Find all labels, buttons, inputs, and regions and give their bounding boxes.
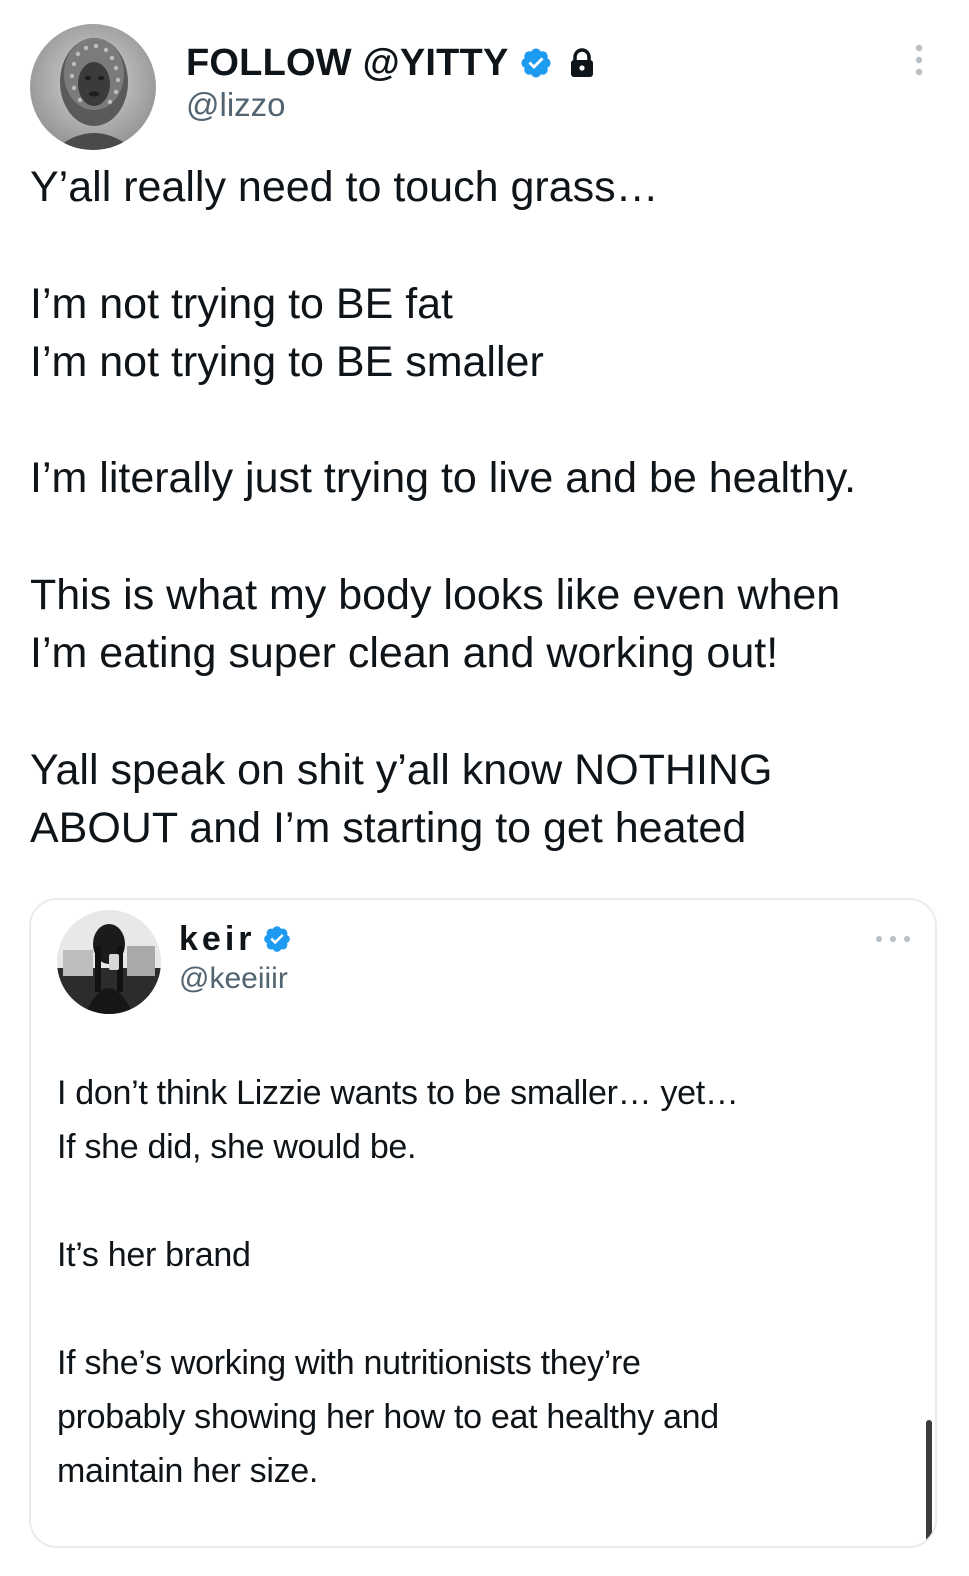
verified-badge-icon [519, 46, 553, 80]
quoted-author-handle[interactable]: @keeiiir [179, 962, 288, 996]
more-vertical-icon[interactable] [904, 42, 934, 78]
author-avatar[interactable] [30, 24, 156, 150]
tweet-line: This is what my body looks like even whe… [30, 571, 841, 619]
tweet-line: Y’all really need to touch grass… [30, 163, 659, 211]
tweet-line: I’m not trying to BE fat [30, 280, 454, 328]
quoted-author-avatar[interactable] [57, 910, 161, 1014]
tweet-line: Yall speak on shit y’all know NOTHING [30, 746, 773, 794]
author-handle[interactable]: @lizzo [186, 86, 286, 124]
quoted-tweet-line: If she’s working with nutritionists they… [57, 1344, 641, 1382]
tweet-line: ABOUT and I’m starting to get heated [30, 804, 747, 852]
author-display-name[interactable]: FOLLOW @YITTY [186, 42, 509, 85]
quoted-tweet-line: It’s her brand [57, 1236, 251, 1274]
quoted-tweet-card[interactable]: keir @keeiiir I don’t think Lizzie wants… [29, 898, 937, 1548]
quoted-tweet-line: If she did, she would be. [57, 1128, 417, 1166]
scrollbar[interactable] [926, 1420, 932, 1544]
lock-icon [567, 47, 597, 79]
quoted-tweet-line: maintain her size. [57, 1452, 319, 1490]
quoted-author-name-row: keir [179, 918, 292, 960]
tweet-line: I’m eating super clean and working out! [30, 629, 779, 677]
quoted-author-display-name[interactable]: keir [179, 920, 256, 959]
quoted-tweet-line: probably showing her how to eat healthy … [57, 1398, 719, 1436]
tweet-line: I’m literally just trying to live and be… [30, 454, 857, 502]
quoted-tweet-line: I don’t think Lizzie wants to be smaller… [57, 1074, 739, 1112]
author-name-row: FOLLOW @YITTY [186, 40, 597, 86]
tweet-line: I’m not trying to BE smaller [30, 338, 544, 386]
more-horizontal-icon[interactable] [873, 932, 913, 944]
verified-badge-icon [262, 924, 292, 954]
